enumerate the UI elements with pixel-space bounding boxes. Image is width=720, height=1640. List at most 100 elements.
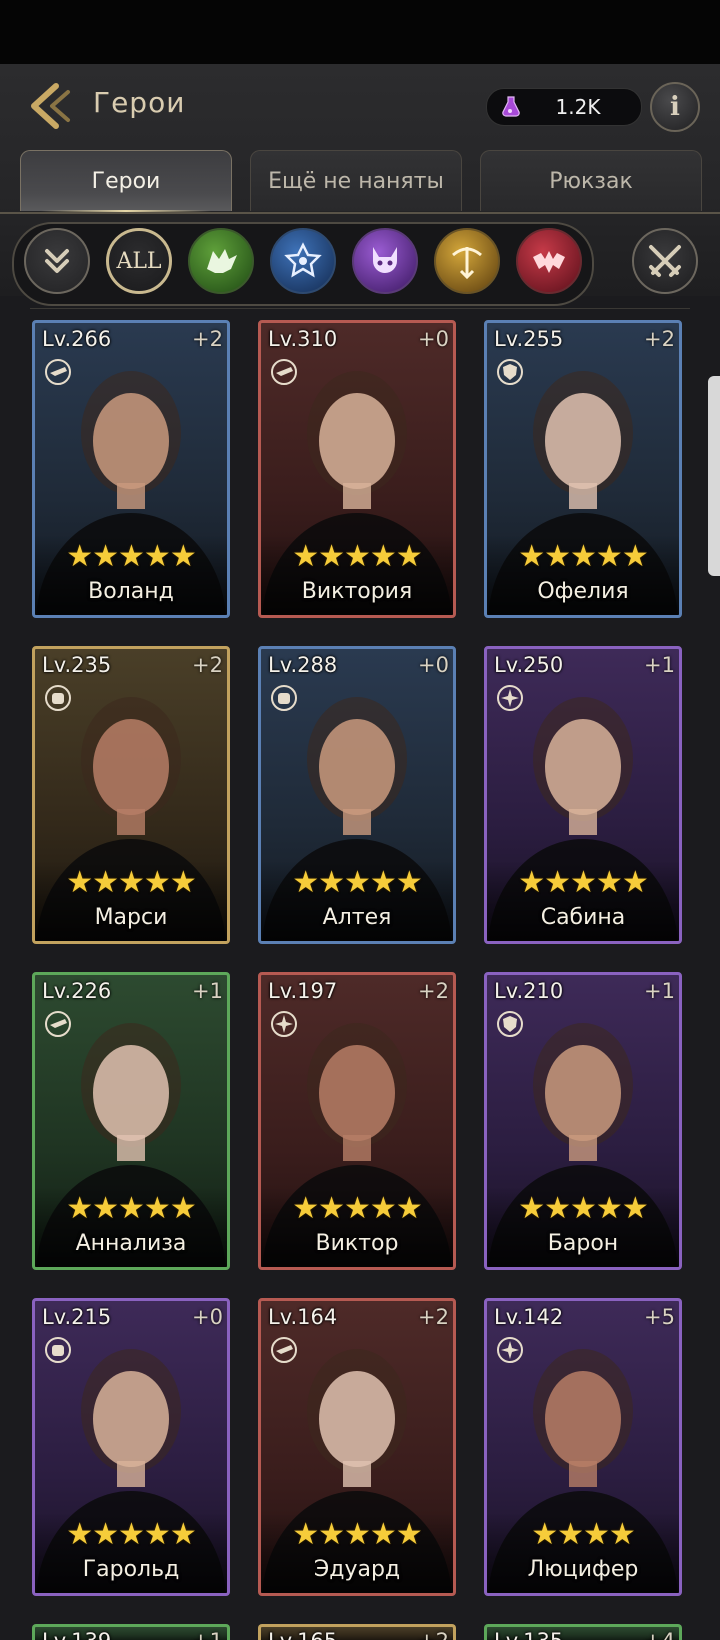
- hero-name: Виктория: [301, 579, 413, 604]
- hero-card[interactable]: Lv.235 +2 ★★★★★ Марси: [32, 646, 230, 944]
- hero-stars: ★★★★★: [518, 539, 648, 574]
- filter-star-button[interactable]: [270, 228, 336, 294]
- hero-level: Lv.210: [494, 979, 564, 1003]
- hero-name: Сабина: [540, 905, 626, 930]
- back-button[interactable]: [26, 80, 76, 132]
- hero-bonus: +2: [192, 327, 223, 351]
- hero-level: Lv.135: [494, 1629, 563, 1640]
- gun-role-icon: [45, 1011, 71, 1037]
- hero-card[interactable]: Lv.197 +2 ★★★★★ Виктор: [258, 972, 456, 1270]
- gun-role-icon: [271, 1337, 297, 1363]
- filter-bat-button[interactable]: [516, 228, 582, 294]
- hero-stars: ★★★★★: [292, 539, 422, 574]
- crossed-swords-icon: [649, 245, 681, 277]
- filter-all-label: ALL: [116, 248, 162, 274]
- beast-faction-icon: [207, 249, 237, 273]
- hero-stars: ★★★★★: [292, 1517, 422, 1552]
- hero-bonus: +0: [192, 1305, 223, 1329]
- hero-name: Виктор: [315, 1231, 399, 1256]
- hero-card[interactable]: Lv.255 +2 ★★★★★ Офелия: [484, 320, 682, 618]
- hero-card[interactable]: Lv.310 +0 ★★★★★ Виктория: [258, 320, 456, 618]
- filter-demon-button[interactable]: [352, 228, 418, 294]
- demon-faction-icon: [373, 247, 397, 273]
- hero-level: Lv.235: [42, 653, 112, 677]
- scrollbar[interactable]: [708, 376, 720, 576]
- hero-card-partial[interactable]: Lv.139 +1: [32, 1624, 230, 1640]
- hero-card-partial[interactable]: Lv.165 +2: [258, 1624, 456, 1640]
- hero-name: Аннализа: [75, 1231, 187, 1256]
- hero-name: Алтея: [322, 905, 392, 930]
- magic-role-icon: [497, 1337, 523, 1363]
- hero-stars: ★★★★★: [292, 1191, 422, 1226]
- hero-level: Lv.255: [494, 327, 564, 351]
- gun-role-icon: [45, 359, 71, 385]
- hero-stars: ★★★★★: [292, 865, 422, 900]
- tab-divider: [0, 212, 720, 214]
- hero-card[interactable]: Lv.226 +1 ★★★★★ Аннализа: [32, 972, 230, 1270]
- hero-bonus: +2: [644, 327, 675, 351]
- hero-stars: ★★★★★: [66, 1517, 196, 1552]
- hero-level: Lv.164: [268, 1305, 338, 1329]
- hero-bonus: +0: [418, 327, 449, 351]
- hero-level: Lv.226: [42, 979, 112, 1003]
- hero-stars: ★★★★: [531, 1517, 636, 1552]
- hero-name: Гарольд: [82, 1557, 180, 1582]
- hero-card[interactable]: Lv.288 +0 ★★★★★ Алтея: [258, 646, 456, 944]
- bow-faction-icon: [452, 247, 482, 280]
- hero-bonus: +4: [644, 1629, 675, 1640]
- hero-card[interactable]: Lv.142 +5 ★★★★ Люцифер: [484, 1298, 682, 1596]
- hero-level: Lv.197: [268, 979, 338, 1003]
- hero-bonus: +0: [418, 653, 449, 677]
- hero-card[interactable]: Lv.210 +1 ★★★★★ Барон: [484, 972, 682, 1270]
- status-bar: [0, 0, 720, 64]
- hero-name: Эдуард: [313, 1557, 401, 1582]
- hero-bonus: +2: [192, 653, 223, 677]
- shield-role-icon: [497, 359, 523, 385]
- filter-beast-button[interactable]: [188, 228, 254, 294]
- hero-level: Lv.215: [42, 1305, 112, 1329]
- hero-level: Lv.310: [268, 327, 338, 351]
- tab-label: Ещё не наняты: [268, 168, 444, 194]
- filter-bow-button[interactable]: [434, 228, 500, 294]
- info-icon: i: [670, 92, 680, 122]
- hero-level: Lv.142: [494, 1305, 564, 1329]
- currency-value: 1.2K: [555, 95, 601, 119]
- collapse-icon: [45, 249, 69, 273]
- hero-bonus: +2: [418, 979, 449, 1003]
- star-faction-icon: [284, 242, 322, 278]
- hero-card[interactable]: Lv.215 +0 ★★★★★ Гарольд: [32, 1298, 230, 1596]
- hero-stars: ★★★★★: [66, 1191, 196, 1226]
- hero-name: Барон: [547, 1231, 619, 1256]
- shield-role-icon: [497, 1011, 523, 1037]
- magic-role-icon: [497, 685, 523, 711]
- fist-role-icon: [271, 685, 297, 711]
- hero-card[interactable]: Lv.266 +2 ★★★★★ Воланд: [32, 320, 230, 618]
- hero-bonus: +2: [418, 1305, 449, 1329]
- page-title: Герои: [93, 86, 186, 119]
- back-arrow-icon: [31, 83, 70, 129]
- hero-stars: ★★★★★: [518, 1191, 648, 1226]
- hero-name: Люцифер: [527, 1557, 639, 1582]
- hero-stars: ★★★★★: [66, 865, 196, 900]
- info-button[interactable]: i: [650, 82, 700, 132]
- hero-card[interactable]: Lv.250 +1 ★★★★★ Сабина: [484, 646, 682, 944]
- hero-stars: ★★★★★: [518, 865, 648, 900]
- hero-level: Lv.266: [42, 327, 112, 351]
- hero-level: Lv.288: [268, 653, 338, 677]
- collapse-filter-button[interactable]: [24, 228, 90, 294]
- sort-role-button[interactable]: [632, 228, 698, 294]
- tab-label: Рюкзак: [549, 168, 633, 194]
- tab-heroes[interactable]: Герои: [20, 150, 232, 213]
- hero-bonus: +1: [644, 979, 675, 1003]
- hero-bonus: +1: [192, 979, 223, 1003]
- hero-card[interactable]: Lv.164 +2 ★★★★★ Эдуард: [258, 1298, 456, 1596]
- tab-not-hired[interactable]: Ещё не наняты: [250, 150, 462, 211]
- tab-backpack[interactable]: Рюкзак: [480, 150, 702, 211]
- hero-card-partial[interactable]: Lv.135 +4: [484, 1624, 682, 1640]
- tab-label: Герои: [91, 168, 161, 194]
- currency-display[interactable]: 1.2K: [486, 88, 642, 126]
- filter-all-button[interactable]: ALL: [106, 228, 172, 294]
- hero-bonus: +1: [192, 1629, 223, 1640]
- fist-role-icon: [45, 685, 71, 711]
- hero-name: Марси: [94, 905, 168, 930]
